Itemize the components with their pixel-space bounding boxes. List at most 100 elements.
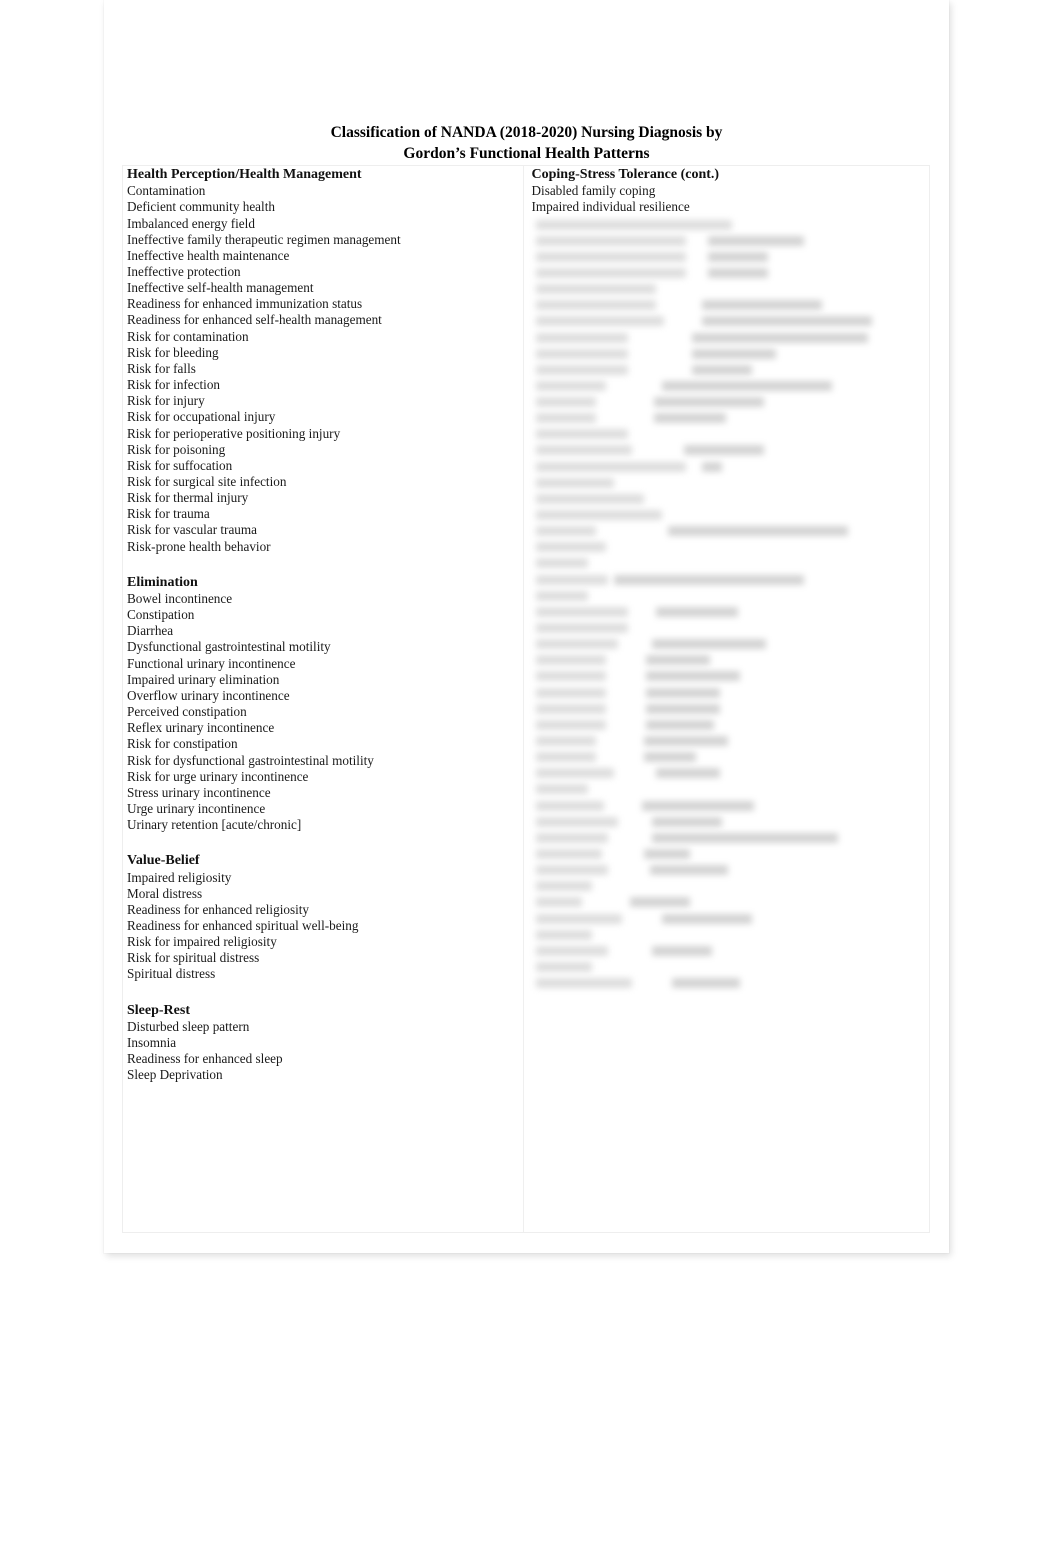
diagnosis-item: Impaired religiosity xyxy=(127,869,232,885)
diagnosis-item: Ineffective self-health management xyxy=(127,280,314,296)
title-line-1: Classification of NANDA (2018-2020) Nurs… xyxy=(330,124,723,141)
section-heading: Elimination xyxy=(127,574,198,590)
redacted-line xyxy=(532,959,924,975)
diagnosis-item: Risk-prone health behavior xyxy=(127,538,271,554)
diagnosis-item: Risk for constipation xyxy=(127,736,238,752)
redacted-line xyxy=(532,281,924,297)
diagnosis-item: Risk for contamination xyxy=(127,328,249,344)
redacted-line xyxy=(532,701,924,717)
diagnosis-item: Overflow urinary incontinence xyxy=(127,687,290,703)
redacted-line xyxy=(532,555,924,571)
document-page: Classification of NANDA (2018-2020) Nurs… xyxy=(104,0,949,1253)
diagnosis-table: Health Perception/Health Management Conta… xyxy=(122,165,930,1233)
section: Value-Belief Impaired religiosity Moral di… xyxy=(127,853,517,982)
redacted-line xyxy=(532,330,924,346)
redacted-line xyxy=(532,781,924,797)
diagnosis-item: Stress urinary incontinence xyxy=(127,784,271,800)
redacted-line xyxy=(532,733,924,749)
redacted-line xyxy=(532,233,924,249)
redacted-line xyxy=(532,491,924,507)
diagnosis-item: Readiness for enhanced spiritual well-be… xyxy=(127,918,359,934)
redacted-line xyxy=(532,830,924,846)
diagnosis-item: Contamination xyxy=(127,183,206,199)
diagnosis-item: Deficient community health xyxy=(127,199,275,215)
redacted-line xyxy=(532,975,924,991)
diagnosis-item: Constipation xyxy=(127,607,195,623)
redacted-line xyxy=(532,442,924,458)
redacted-line xyxy=(532,249,924,265)
redacted-line xyxy=(532,911,924,927)
diagnosis-item: Risk for bleeding xyxy=(127,344,219,360)
diagnosis-item: Dysfunctional gastrointestinal motility xyxy=(127,639,331,655)
section-heading: Health Perception/Health Management xyxy=(127,167,362,182)
section: Coping-Stress Tolerance (cont.) Disabled … xyxy=(532,167,924,216)
redacted-line xyxy=(532,798,924,814)
redacted-line xyxy=(532,297,924,313)
redacted-line xyxy=(532,685,924,701)
diagnosis-item: Ineffective family therapeutic regimen m… xyxy=(127,231,401,247)
redacted-line xyxy=(532,927,924,943)
diagnosis-item: Impaired individual resilience xyxy=(531,199,690,215)
diagnosis-item: Risk for suffocation xyxy=(127,457,233,473)
diagnosis-item: Disturbed sleep pattern xyxy=(127,1018,250,1034)
redacted-line xyxy=(532,814,924,830)
redacted-line xyxy=(532,426,924,442)
diagnosis-item: Risk for occupational injury xyxy=(127,409,276,425)
redacted-line xyxy=(532,636,924,652)
diagnosis-item: Risk for injury xyxy=(127,393,205,409)
diagnosis-item: Insomnia xyxy=(127,1035,177,1050)
redacted-line xyxy=(532,717,924,733)
redacted-line xyxy=(532,346,924,362)
redacted-line xyxy=(532,410,924,426)
diagnosis-item: Sleep Deprivation xyxy=(127,1067,223,1083)
redacted-line xyxy=(532,378,924,394)
diagnosis-item: Ineffective protection xyxy=(127,263,241,279)
redacted-line xyxy=(532,313,924,329)
diagnosis-item: Bowel incontinence xyxy=(127,591,233,606)
diagnosis-item: Risk for urge urinary incontinence xyxy=(127,768,309,784)
diagnosis-item: Risk for infection xyxy=(127,377,221,393)
diagnosis-item: Reflex urinary incontinence xyxy=(127,720,275,736)
diagnosis-item: Readiness for enhanced sleep xyxy=(127,1051,283,1067)
redacted-line xyxy=(532,475,924,491)
section-heading: Value-Belief xyxy=(127,853,200,869)
redacted-line xyxy=(532,846,924,862)
section-heading: Sleep-Rest xyxy=(127,1002,190,1018)
diagnosis-item: Risk for perioperative positioning injur… xyxy=(127,425,341,441)
diagnosis-item: Readiness for enhanced religiosity xyxy=(127,901,310,917)
title-line-2: Gordon’s Functional Health Patterns xyxy=(403,145,650,162)
redacted-line xyxy=(532,539,924,555)
diagnosis-item: Diarrhea xyxy=(127,623,174,639)
redacted-line xyxy=(532,862,924,878)
section: Health Perception/Health Management Conta… xyxy=(127,167,517,555)
diagnosis-item: Risk for thermal injury xyxy=(127,490,249,506)
redacted-line xyxy=(532,394,924,410)
left-column-sections: Health Perception/Health Management Conta… xyxy=(127,167,517,1083)
redacted-line xyxy=(532,943,924,959)
redacted-line xyxy=(532,265,924,281)
redacted-line xyxy=(532,572,924,588)
redacted-line xyxy=(532,894,924,910)
diagnosis-item: Impaired urinary elimination xyxy=(127,671,280,687)
right-column-sections: Coping-Stress Tolerance (cont.) Disabled … xyxy=(532,167,924,216)
redacted-line xyxy=(532,507,924,523)
page-title: Classification of NANDA (2018-2020) Nurs… xyxy=(104,0,949,164)
redacted-text-block xyxy=(532,217,924,992)
diagnosis-item: Risk for poisoning xyxy=(127,441,226,457)
diagnosis-item: Urge urinary incontinence xyxy=(127,801,266,817)
diagnosis-item: Urinary retention [acute/chronic] xyxy=(127,817,302,833)
diagnosis-item: Risk for dysfunctional gastrointestinal … xyxy=(127,752,374,768)
section-heading: Coping-Stress Tolerance (cont.) xyxy=(531,167,720,182)
diagnosis-item: Readiness for enhanced self-health manag… xyxy=(127,312,382,328)
section: Elimination Bowel incontinence Constipatio… xyxy=(127,575,517,834)
diagnosis-item: Perceived constipation xyxy=(127,704,247,720)
diagnosis-item: Risk for spiritual distress xyxy=(127,950,260,966)
diagnosis-item: Functional urinary incontinence xyxy=(127,655,296,671)
section: Sleep-Rest Disturbed sleep pattern Insomni… xyxy=(127,1003,517,1084)
diagnosis-item: Imbalanced energy field xyxy=(127,215,255,231)
redacted-line xyxy=(532,668,924,684)
diagnosis-item: Risk for vascular trauma xyxy=(127,522,258,538)
redacted-line xyxy=(532,523,924,539)
diagnosis-item: Moral distress xyxy=(127,885,203,901)
diagnosis-item: Disabled family coping xyxy=(531,183,656,199)
